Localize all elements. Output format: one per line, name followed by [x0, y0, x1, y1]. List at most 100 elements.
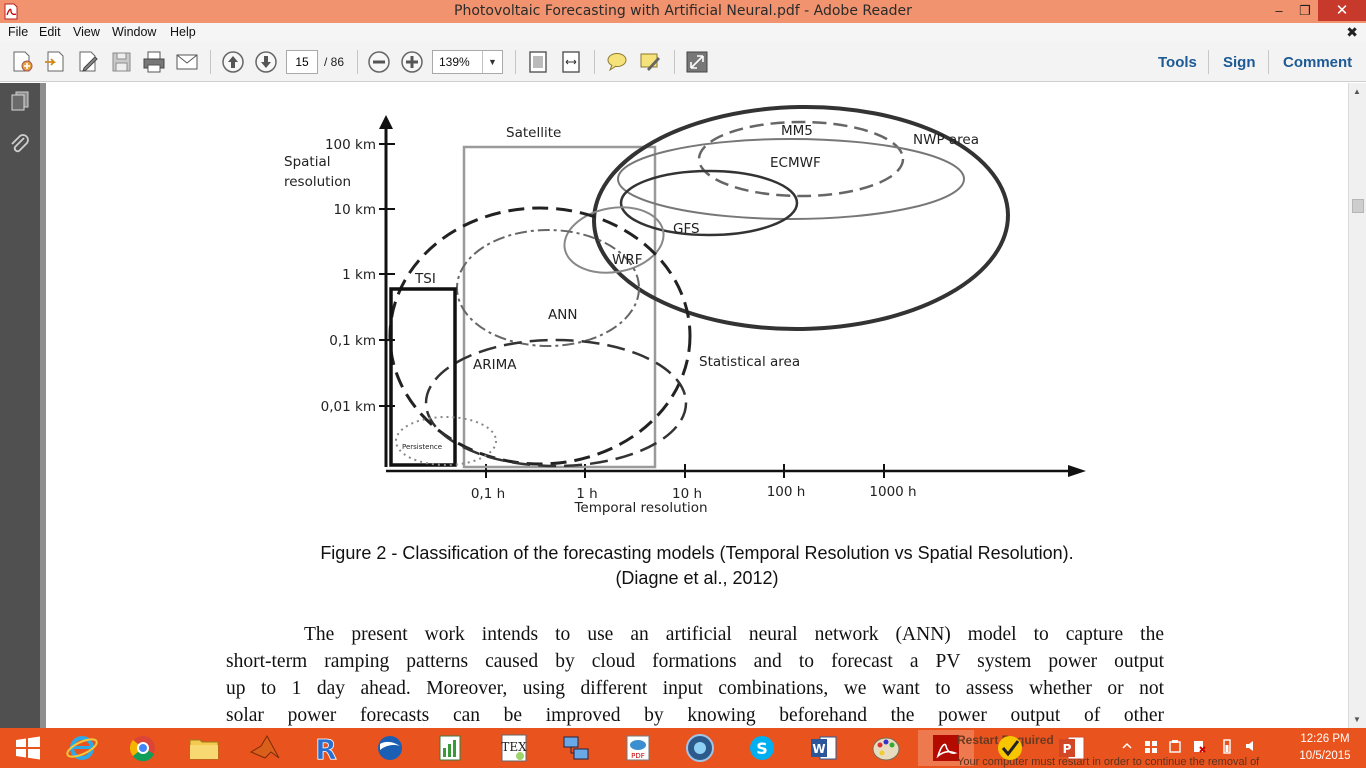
minimize-button[interactable]: – [1266, 0, 1292, 21]
print-icon[interactable] [141, 49, 167, 75]
page-total: / 86 [324, 55, 345, 69]
windows-flag-icon[interactable] [1144, 738, 1158, 754]
fit-width-icon[interactable] [558, 49, 584, 75]
taskbar-app-circle[interactable] [672, 730, 728, 766]
svg-text:TEX: TEX [501, 740, 527, 754]
pdf-eye-icon: PDF [626, 735, 650, 761]
x-tick-1000h: 1000 h [869, 484, 916, 500]
tools-pane-button[interactable]: Tools [1158, 54, 1197, 71]
taskbar-paint[interactable] [858, 730, 914, 766]
device-icon[interactable] [1168, 738, 1182, 754]
sign-pane-button[interactable]: Sign [1223, 54, 1256, 71]
label-nwp-area: NWP area [913, 132, 979, 148]
body-text-line: short-term ramping patterns caused by cl… [226, 651, 1164, 672]
zoom-out-icon[interactable] [366, 49, 392, 75]
figure-caption-line1: Figure 2 - Classification of the forecas… [320, 543, 1074, 563]
taskbar-spreadsheet-app[interactable] [422, 730, 478, 766]
edit-pdf-icon[interactable] [75, 49, 101, 75]
svg-text:PDF: PDF [631, 752, 645, 760]
palette-icon [872, 737, 900, 761]
body-text-line: The present work intends to use an artif… [304, 624, 1164, 645]
menu-help[interactable]: Help [170, 25, 196, 39]
zoom-in-icon[interactable] [399, 49, 425, 75]
maximize-button[interactable]: ❐ [1292, 0, 1318, 21]
highlight-icon[interactable] [637, 49, 663, 75]
y-tick-001km: 0,01 km [321, 399, 376, 415]
taskbar-chrome[interactable] [115, 730, 171, 766]
figure-caption-line2: (Diagne et al., 2012) [615, 568, 779, 588]
y-axis-title-line1: Spatial [284, 154, 330, 170]
clock-time[interactable]: 12:26 PM [1300, 733, 1350, 745]
taskbar-internet-explorer[interactable] [54, 730, 110, 766]
create-pdf-icon[interactable] [9, 49, 35, 75]
x-tick-01h: 0,1 h [471, 486, 505, 502]
full-screen-icon[interactable] [684, 49, 710, 75]
menu-file[interactable]: File [8, 25, 28, 39]
label-statistical-area: Statistical area [699, 354, 800, 370]
label-arima: ARIMA [473, 357, 517, 373]
close-button[interactable]: ✕ [1318, 0, 1366, 21]
taskbar-norton[interactable] [982, 730, 1038, 766]
convert-pdf-icon[interactable] [42, 49, 68, 75]
taskbar-skype[interactable]: S [734, 730, 790, 766]
y-tick-1km: 1 km [342, 267, 376, 283]
label-satellite: Satellite [506, 125, 561, 141]
scroll-down-icon[interactable]: ▼ [1353, 715, 1361, 724]
chrome-icon [129, 736, 155, 762]
svg-text:P: P [1063, 742, 1072, 756]
show-hidden-icons-icon[interactable] [1120, 738, 1134, 754]
taskbar-remote-desktop[interactable] [548, 730, 604, 766]
page-number-input[interactable]: 15 [286, 50, 318, 74]
zoom-select[interactable]: 139% ▼ [432, 50, 503, 74]
label-persistence: Persistence [402, 443, 442, 451]
taskbar-matlab[interactable] [237, 730, 293, 766]
menu-edit[interactable]: Edit [39, 25, 61, 39]
scroll-up-icon[interactable]: ▲ [1353, 87, 1361, 96]
label-ecmwf: ECMWF [770, 155, 821, 171]
taskbar-pdf-viewer[interactable]: PDF [610, 730, 666, 766]
attachments-icon[interactable] [8, 133, 32, 157]
next-page-icon[interactable] [253, 49, 279, 75]
page-thumbnails-icon[interactable] [8, 89, 32, 113]
title-bar: Photovoltaic Forecasting with Artificial… [0, 0, 1366, 23]
label-ann: ANN [548, 307, 577, 323]
x-tick-100h: 100 h [767, 484, 806, 500]
previous-page-icon[interactable] [220, 49, 246, 75]
checkmark-icon [998, 736, 1022, 760]
folder-icon [189, 739, 219, 760]
email-icon[interactable] [174, 49, 200, 75]
vertical-scrollbar[interactable]: ▲ ▼ [1348, 83, 1366, 728]
start-button[interactable] [0, 730, 56, 766]
close-document-icon[interactable]: ✖ [1346, 24, 1358, 41]
menu-window[interactable]: Window [112, 25, 156, 39]
network-icon [563, 736, 589, 760]
comment-bubble-icon[interactable] [604, 49, 630, 75]
google-earth-icon [378, 736, 402, 760]
volume-icon[interactable] [1244, 738, 1258, 754]
taskbar-texmaker[interactable]: TEX [486, 730, 542, 766]
save-icon[interactable] [108, 49, 134, 75]
svg-text:W: W [812, 742, 825, 756]
taskbar-file-explorer[interactable] [176, 730, 232, 766]
comment-pane-button[interactable]: Comment [1283, 54, 1352, 71]
tex-icon: TEX [501, 734, 527, 762]
r-icon: R [315, 733, 337, 764]
circle-app-icon [686, 734, 714, 762]
chevron-down-icon[interactable]: ▼ [482, 51, 502, 73]
body-text-line: up to 1 day ahead. Moreover, using diffe… [226, 678, 1164, 699]
chart-app-icon [439, 735, 461, 761]
taskbar-google-earth[interactable] [362, 730, 418, 766]
scrollbar-thumb[interactable] [1352, 199, 1364, 213]
fit-page-icon[interactable] [525, 49, 551, 75]
menu-view[interactable]: View [73, 25, 100, 39]
clock-date[interactable]: 10/5/2015 [1296, 750, 1354, 762]
security-alert-icon[interactable] [1192, 738, 1206, 754]
taskbar-powerpoint[interactable]: P [1044, 730, 1100, 766]
y-tick-01km: 0,1 km [329, 333, 376, 349]
battery-icon[interactable] [1220, 738, 1234, 754]
powerpoint-icon: P [1059, 736, 1085, 760]
taskbar-word[interactable]: W [796, 730, 852, 766]
internet-explorer-icon [66, 736, 98, 760]
menu-bar: File Edit View Window Help ✖ [0, 23, 1366, 42]
taskbar-r[interactable]: R [298, 730, 354, 766]
